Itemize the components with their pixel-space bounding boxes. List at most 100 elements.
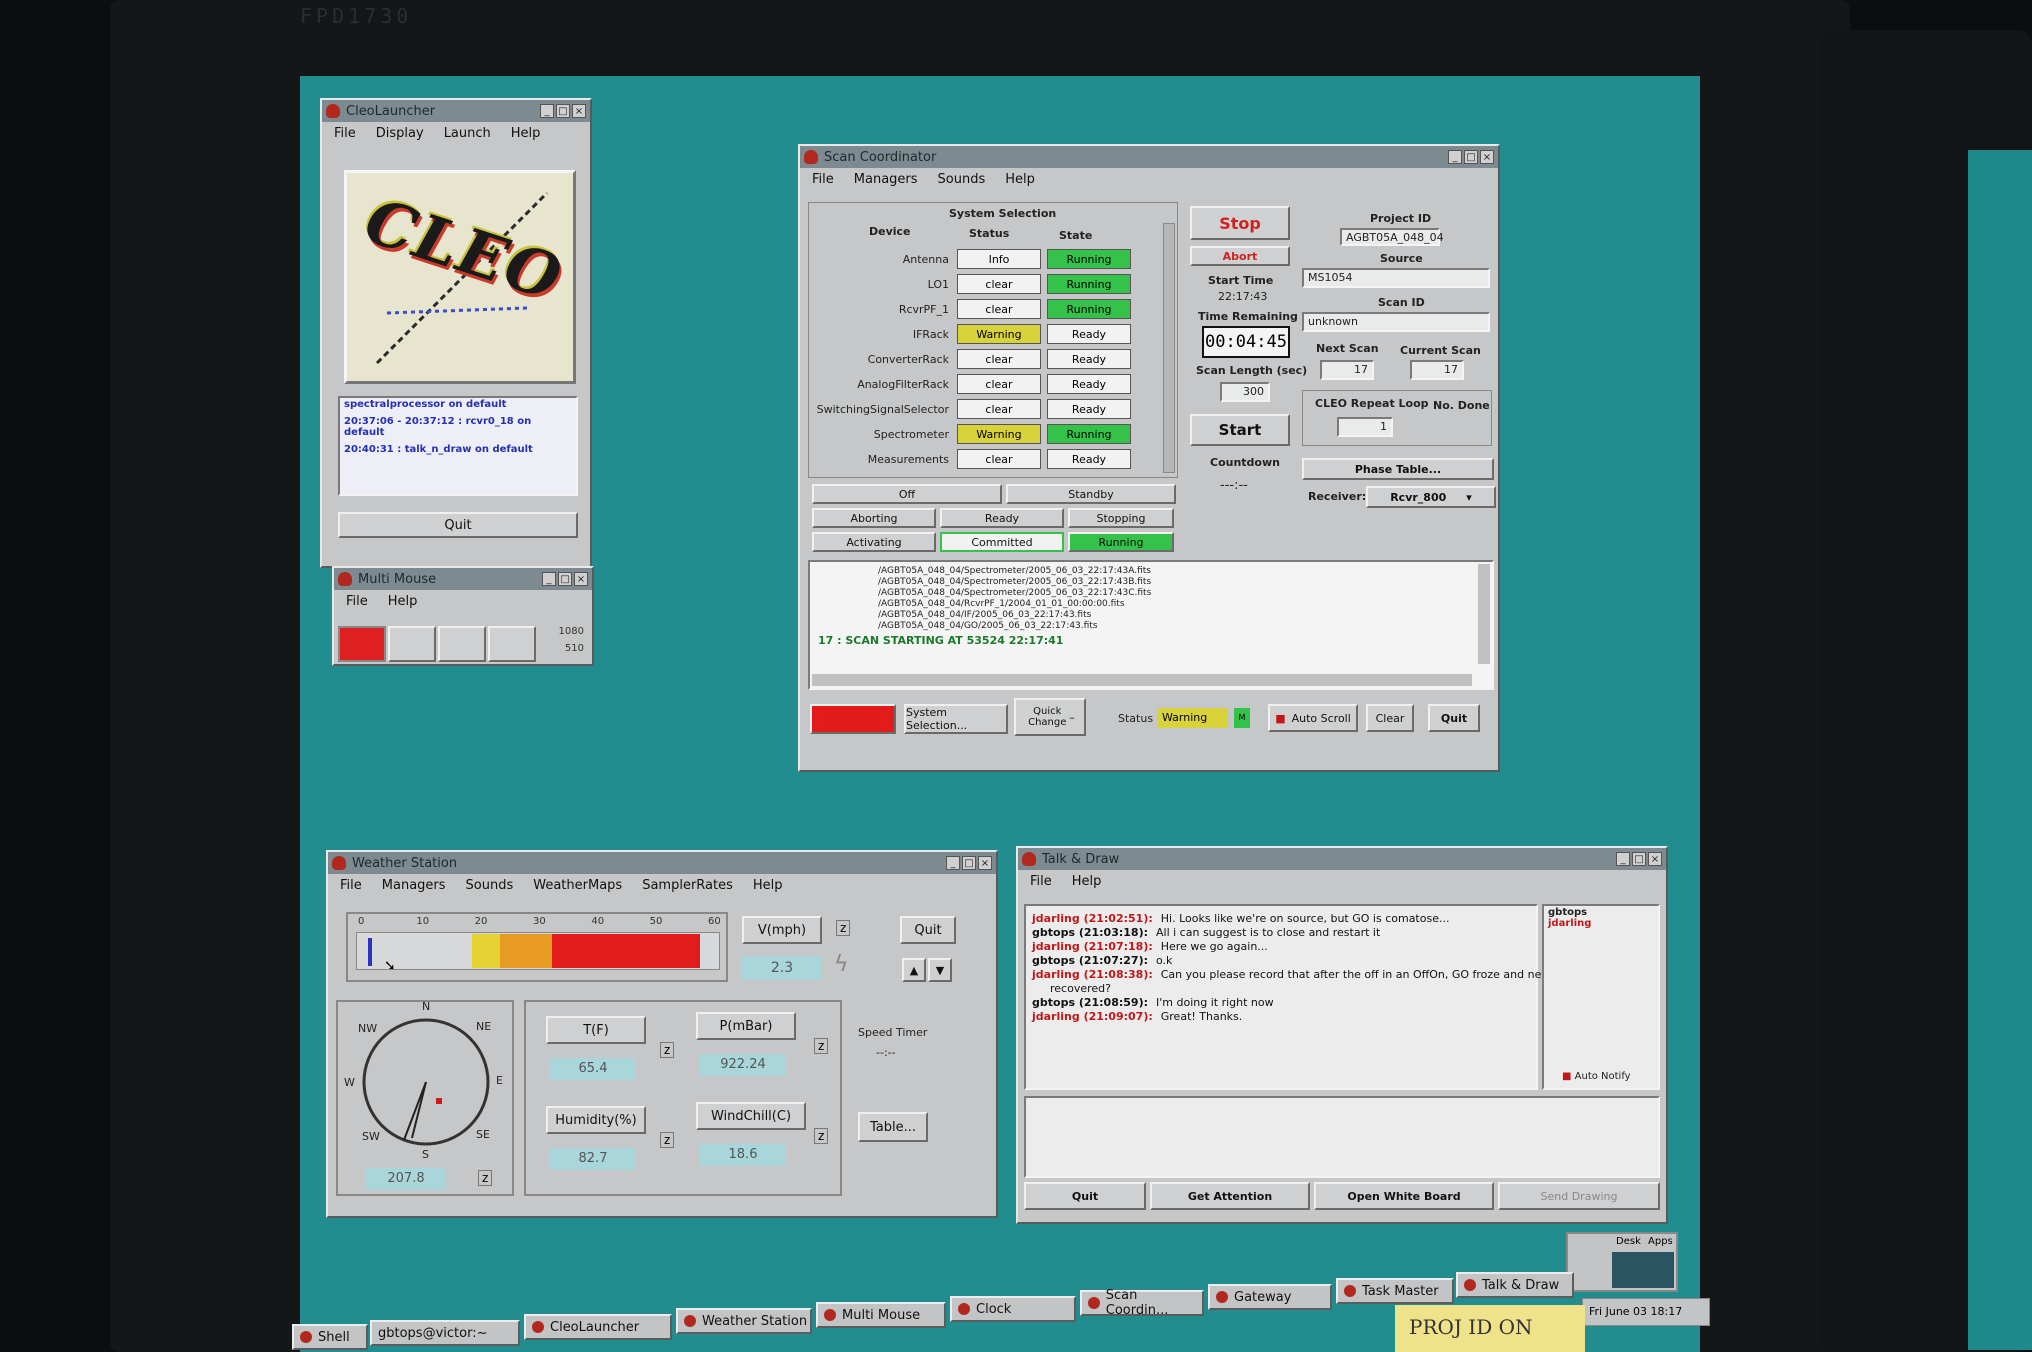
- quick-change-button[interactable]: Quick Change –: [1014, 698, 1086, 736]
- minimize-button[interactable]: _: [542, 572, 556, 586]
- device-status[interactable]: clear: [957, 374, 1041, 394]
- device-status[interactable]: clear: [957, 299, 1041, 319]
- user-list-item[interactable]: jdarling: [1548, 918, 1654, 929]
- menu-help[interactable]: Help: [1072, 874, 1102, 889]
- task-cleolauncher[interactable]: CleoLauncher: [524, 1314, 672, 1340]
- mouse-slot-active[interactable]: [338, 626, 386, 662]
- minimize-button[interactable]: _: [1616, 852, 1630, 866]
- user-list-item[interactable]: gbtops: [1548, 907, 1654, 918]
- source-input[interactable]: MS1054: [1302, 268, 1490, 288]
- phase-table-button[interactable]: Phase Table...: [1302, 458, 1494, 480]
- humidity-label[interactable]: Humidity(%): [546, 1106, 646, 1134]
- scan-id-input[interactable]: unknown: [1302, 312, 1490, 332]
- pressure-label[interactable]: P(mBar): [696, 1012, 796, 1040]
- device-state[interactable]: Ready: [1047, 374, 1131, 394]
- minimize-button[interactable]: _: [1448, 150, 1462, 164]
- task-shell[interactable]: Shell: [292, 1324, 368, 1350]
- mouse-slot[interactable]: [438, 626, 486, 662]
- scan-log-hscrollbar[interactable]: [812, 674, 1472, 686]
- menu-sounds[interactable]: Sounds: [938, 172, 986, 187]
- task-clock[interactable]: Clock: [950, 1296, 1076, 1322]
- titlebar[interactable]: Scan Coordinator _ □ ×: [800, 146, 1498, 168]
- message-input[interactable]: [1024, 1096, 1660, 1178]
- menu-file[interactable]: File: [346, 594, 368, 609]
- titlebar[interactable]: Weather Station _ □ ×: [328, 852, 996, 874]
- selected-indicator[interactable]: Selected: [810, 704, 896, 734]
- maximize-button[interactable]: □: [1464, 150, 1478, 164]
- abort-button[interactable]: Abort: [1190, 246, 1290, 266]
- device-state[interactable]: Ready: [1047, 449, 1131, 469]
- open-white-board-button[interactable]: Open White Board: [1314, 1182, 1494, 1210]
- next-scan-input[interactable]: 17: [1320, 360, 1374, 380]
- device-state[interactable]: Ready: [1047, 349, 1131, 369]
- menu-launch[interactable]: Launch: [444, 126, 491, 141]
- auto-scroll-toggle[interactable]: ■ Auto Scroll: [1268, 704, 1358, 732]
- windchill-label[interactable]: WindChill(C): [696, 1102, 806, 1130]
- scan-length-input[interactable]: 300: [1220, 382, 1270, 402]
- menu-weathermaps[interactable]: WeatherMaps: [533, 878, 622, 893]
- quit-button[interactable]: Quit: [1428, 704, 1480, 732]
- device-state[interactable]: Running: [1047, 249, 1131, 269]
- auto-notify-toggle[interactable]: ■ Auto Notify: [1562, 1071, 1631, 1082]
- z-toggle[interactable]: z: [814, 1128, 829, 1144]
- vmph-label[interactable]: V(mph): [742, 916, 822, 944]
- quit-button[interactable]: Quit: [1024, 1182, 1146, 1210]
- device-status[interactable]: clear: [957, 274, 1041, 294]
- titlebar[interactable]: Multi Mouse _ □ ×: [334, 568, 592, 590]
- menu-file[interactable]: File: [812, 172, 834, 187]
- menu-file[interactable]: File: [1030, 874, 1052, 889]
- repeat-loop-input[interactable]: 1: [1337, 417, 1393, 437]
- device-state[interactable]: Ready: [1047, 399, 1131, 419]
- maximize-button[interactable]: □: [1632, 852, 1646, 866]
- task-weather-station[interactable]: Weather Station: [676, 1308, 812, 1334]
- device-status[interactable]: clear: [957, 449, 1041, 469]
- z-toggle[interactable]: z: [814, 1038, 829, 1054]
- close-button[interactable]: ×: [978, 856, 992, 870]
- titlebar[interactable]: CleoLauncher _ □ ×: [322, 100, 590, 122]
- task-terminal[interactable]: gbtops@victor:~: [370, 1320, 520, 1346]
- close-button[interactable]: ×: [572, 104, 586, 118]
- device-status[interactable]: Warning: [957, 424, 1041, 444]
- device-table-scrollbar[interactable]: [1163, 223, 1175, 473]
- minimize-button[interactable]: _: [946, 856, 960, 870]
- device-status[interactable]: Warning: [957, 324, 1041, 344]
- menu-help[interactable]: Help: [388, 594, 418, 609]
- receiver-select[interactable]: Rcvr_800 ▾: [1366, 486, 1496, 508]
- device-state[interactable]: Ready: [1047, 324, 1131, 344]
- menu-help[interactable]: Help: [753, 878, 783, 893]
- close-button[interactable]: ×: [1480, 150, 1494, 164]
- mouse-slot[interactable]: [388, 626, 436, 662]
- stop-button[interactable]: Stop: [1190, 206, 1290, 240]
- z-toggle[interactable]: z: [660, 1042, 675, 1058]
- task-gateway[interactable]: Gateway: [1208, 1284, 1332, 1310]
- menu-file[interactable]: File: [334, 126, 356, 141]
- maximize-button[interactable]: □: [558, 572, 572, 586]
- task-scan-coordinator[interactable]: Scan Coordin...: [1080, 1288, 1204, 1318]
- menu-file[interactable]: File: [340, 878, 362, 893]
- device-status[interactable]: clear: [957, 399, 1041, 419]
- task-multi-mouse[interactable]: Multi Mouse: [816, 1302, 946, 1328]
- menu-sounds[interactable]: Sounds: [466, 878, 514, 893]
- titlebar[interactable]: Talk & Draw _ □ ×: [1018, 848, 1666, 870]
- system-selection-button[interactable]: System Selection...: [904, 704, 1008, 734]
- z-toggle[interactable]: z: [836, 920, 851, 936]
- project-id-input[interactable]: AGBT05A_048_04: [1340, 228, 1444, 246]
- close-button[interactable]: ×: [1648, 852, 1662, 866]
- z-toggle[interactable]: z: [478, 1170, 493, 1186]
- mouse-slot[interactable]: [488, 626, 536, 662]
- device-status[interactable]: clear: [957, 349, 1041, 369]
- close-button[interactable]: ×: [574, 572, 588, 586]
- up-arrow-button[interactable]: ▲: [902, 958, 926, 982]
- z-toggle[interactable]: z: [660, 1132, 675, 1148]
- menu-help[interactable]: Help: [1005, 172, 1035, 187]
- send-drawing-button[interactable]: Send Drawing: [1498, 1182, 1660, 1210]
- menu-managers[interactable]: Managers: [382, 878, 446, 893]
- minimize-button[interactable]: _: [540, 104, 554, 118]
- device-state[interactable]: Running: [1047, 424, 1131, 444]
- clear-button[interactable]: Clear: [1366, 704, 1414, 732]
- menu-managers[interactable]: Managers: [854, 172, 918, 187]
- down-arrow-button[interactable]: ▼: [928, 958, 952, 982]
- get-attention-button[interactable]: Get Attention: [1150, 1182, 1310, 1210]
- temperature-label[interactable]: T(F): [546, 1016, 646, 1044]
- task-task-master[interactable]: Task Master: [1336, 1278, 1454, 1304]
